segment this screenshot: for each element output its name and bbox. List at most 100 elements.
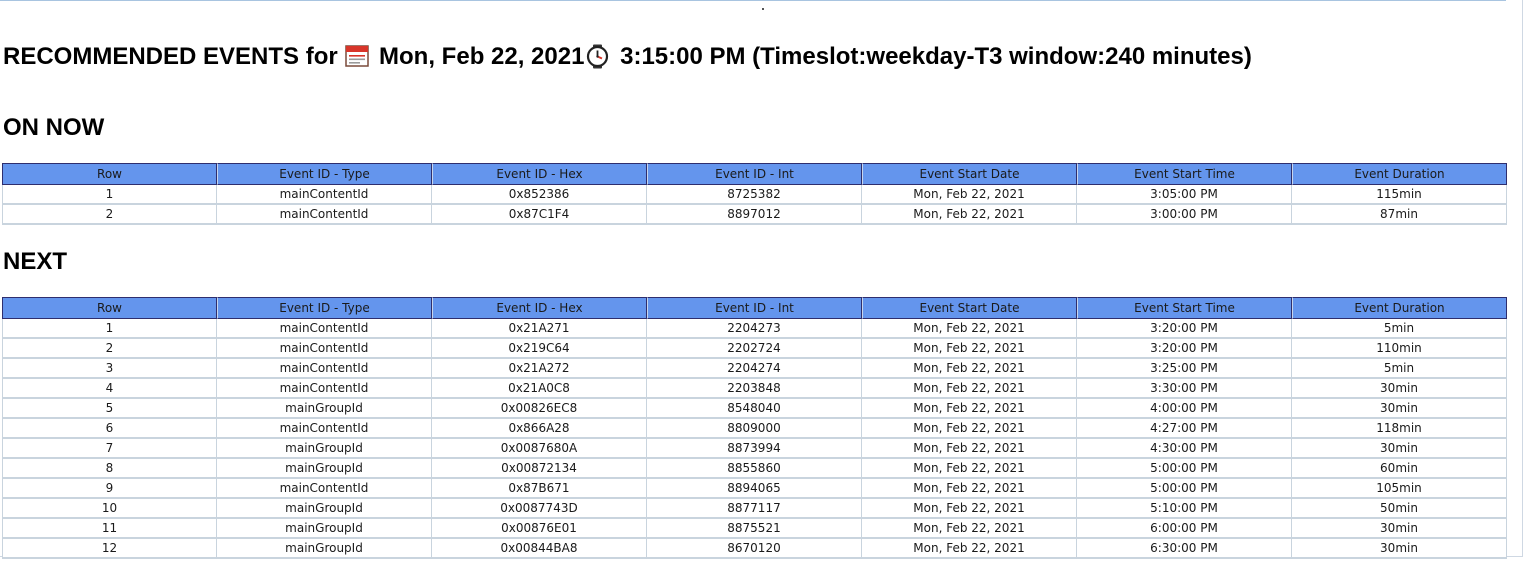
cell-row: 5 [2, 399, 217, 419]
table-header-row: Row Event ID - Type Event ID - Hex Event… [2, 297, 1507, 319]
title-date: Mon, Feb 22, 2021 [379, 43, 585, 70]
cell-event-id-type: mainContentId [217, 379, 432, 399]
cell-event-duration: 30min [1292, 439, 1507, 459]
cell-event-id-hex: 0x21A271 [432, 319, 647, 339]
column-header-event-id-int: Event ID - Int [647, 297, 862, 319]
cell-event-id-type: mainContentId [217, 419, 432, 439]
cell-event-id-hex: 0x0087743D [432, 499, 647, 519]
cell-row: 3 [2, 359, 217, 379]
cell-event-id-type: mainContentId [217, 185, 432, 205]
cell-event-start-date: Mon, Feb 22, 2021 [862, 205, 1077, 225]
cell-event-start-date: Mon, Feb 22, 2021 [862, 499, 1077, 519]
table-row: 3 mainContentId 0x21A272 2204274 Mon, Fe… [2, 359, 1507, 379]
column-header-event-start-date: Event Start Date [862, 163, 1077, 185]
cell-event-id-type: mainGroupId [217, 519, 432, 539]
cell-event-start-date: Mon, Feb 22, 2021 [862, 339, 1077, 359]
column-header-event-id-int: Event ID - Int [647, 163, 862, 185]
cell-event-start-date: Mon, Feb 22, 2021 [862, 519, 1077, 539]
cell-event-id-hex: 0x00872134 [432, 459, 647, 479]
cell-event-id-int: 8670120 [647, 539, 862, 559]
cell-row: 11 [2, 519, 217, 539]
cell-event-id-int: 2204273 [647, 319, 862, 339]
cell-event-start-date: Mon, Feb 22, 2021 [862, 479, 1077, 499]
cell-event-id-type: mainContentId [217, 479, 432, 499]
cell-row: 4 [2, 379, 217, 399]
cell-row: 1 [2, 319, 217, 339]
column-header-event-duration: Event Duration [1292, 163, 1507, 185]
cell-event-duration: 5min [1292, 319, 1507, 339]
cell-event-start-date: Mon, Feb 22, 2021 [862, 539, 1077, 559]
cell-row: 9 [2, 479, 217, 499]
cell-event-id-int: 8894065 [647, 479, 862, 499]
calendar-icon [345, 44, 370, 68]
column-header-event-start-time: Event Start Time [1077, 163, 1292, 185]
cell-event-duration: 30min [1292, 519, 1507, 539]
cell-row: 12 [2, 539, 217, 559]
cell-event-id-type: mainContentId [217, 319, 432, 339]
cell-event-id-int: 8855860 [647, 459, 862, 479]
cell-event-start-date: Mon, Feb 22, 2021 [862, 439, 1077, 459]
cell-event-id-hex: 0x00844BA8 [432, 539, 647, 559]
cell-event-duration: 5min [1292, 359, 1507, 379]
column-header-event-start-time: Event Start Time [1077, 297, 1292, 319]
cell-event-id-hex: 0x21A0C8 [432, 379, 647, 399]
cell-event-id-type: mainGroupId [217, 539, 432, 559]
cell-row: 10 [2, 499, 217, 519]
cell-event-start-time: 4:00:00 PM [1077, 399, 1292, 419]
cell-event-id-type: mainContentId [217, 205, 432, 225]
cell-event-start-time: 5:00:00 PM [1077, 459, 1292, 479]
cell-event-start-time: 4:30:00 PM [1077, 439, 1292, 459]
cell-event-id-hex: 0x852386 [432, 185, 647, 205]
cell-event-id-int: 8875521 [647, 519, 862, 539]
table-row: 7 mainGroupId 0x0087680A 8873994 Mon, Fe… [2, 439, 1507, 459]
column-header-event-id-hex: Event ID - Hex [432, 297, 647, 319]
cell-row: 1 [2, 185, 217, 205]
cell-event-id-int: 8809000 [647, 419, 862, 439]
section-title-next: NEXT [3, 248, 68, 275]
cell-event-start-time: 6:00:00 PM [1077, 519, 1292, 539]
cell-event-id-type: mainGroupId [217, 439, 432, 459]
table-row: 10 mainGroupId 0x0087743D 8877117 Mon, F… [2, 499, 1507, 519]
cell-event-duration: 105min [1292, 479, 1507, 499]
cell-event-start-time: 3:25:00 PM [1077, 359, 1292, 379]
cell-event-start-date: Mon, Feb 22, 2021 [862, 399, 1077, 419]
next-table: Row Event ID - Type Event ID - Hex Event… [2, 297, 1507, 559]
cell-event-start-date: Mon, Feb 22, 2021 [862, 419, 1077, 439]
column-header-row: Row [2, 163, 217, 185]
on-now-table: Row Event ID - Type Event ID - Hex Event… [2, 163, 1507, 225]
cell-event-id-int: 8873994 [647, 439, 862, 459]
column-header-event-id-hex: Event ID - Hex [432, 163, 647, 185]
section-title-on-now: ON NOW [3, 114, 105, 141]
cell-event-start-time: 5:00:00 PM [1077, 479, 1292, 499]
cell-event-id-type: mainContentId [217, 339, 432, 359]
column-header-event-id-type: Event ID - Type [217, 297, 432, 319]
cell-event-duration: 115min [1292, 185, 1507, 205]
cell-event-id-hex: 0x866A28 [432, 419, 647, 439]
cell-event-id-hex: 0x219C64 [432, 339, 647, 359]
table-row: 1 mainContentId 0x21A271 2204273 Mon, Fe… [2, 319, 1507, 339]
column-header-event-id-type: Event ID - Type [217, 163, 432, 185]
cell-row: 7 [2, 439, 217, 459]
cell-event-id-type: mainGroupId [217, 499, 432, 519]
cell-event-start-date: Mon, Feb 22, 2021 [862, 359, 1077, 379]
cell-event-id-type: mainGroupId [217, 459, 432, 479]
cell-event-id-hex: 0x00876E01 [432, 519, 647, 539]
column-header-row: Row [2, 297, 217, 319]
cell-event-start-time: 3:20:00 PM [1077, 319, 1292, 339]
cell-row: 2 [2, 339, 217, 359]
cell-event-duration: 60min [1292, 459, 1507, 479]
cell-event-id-hex: 0x87B671 [432, 479, 647, 499]
cell-event-id-hex: 0x87C1F4 [432, 205, 647, 225]
cell-event-id-int: 8877117 [647, 499, 862, 519]
table-row: 2 mainContentId 0x87C1F4 8897012 Mon, Fe… [2, 205, 1507, 225]
cell-event-id-int: 2204274 [647, 359, 862, 379]
cell-event-start-date: Mon, Feb 22, 2021 [862, 185, 1077, 205]
cell-event-duration: 30min [1292, 379, 1507, 399]
cell-row: 8 [2, 459, 217, 479]
cell-row: 6 [2, 419, 217, 439]
cell-event-duration: 50min [1292, 499, 1507, 519]
table-row: 1 mainContentId 0x852386 8725382 Mon, Fe… [2, 185, 1507, 205]
table-row: 11 mainGroupId 0x00876E01 8875521 Mon, F… [2, 519, 1507, 539]
table-row: 12 mainGroupId 0x00844BA8 8670120 Mon, F… [2, 539, 1507, 559]
cell-event-start-date: Mon, Feb 22, 2021 [862, 379, 1077, 399]
